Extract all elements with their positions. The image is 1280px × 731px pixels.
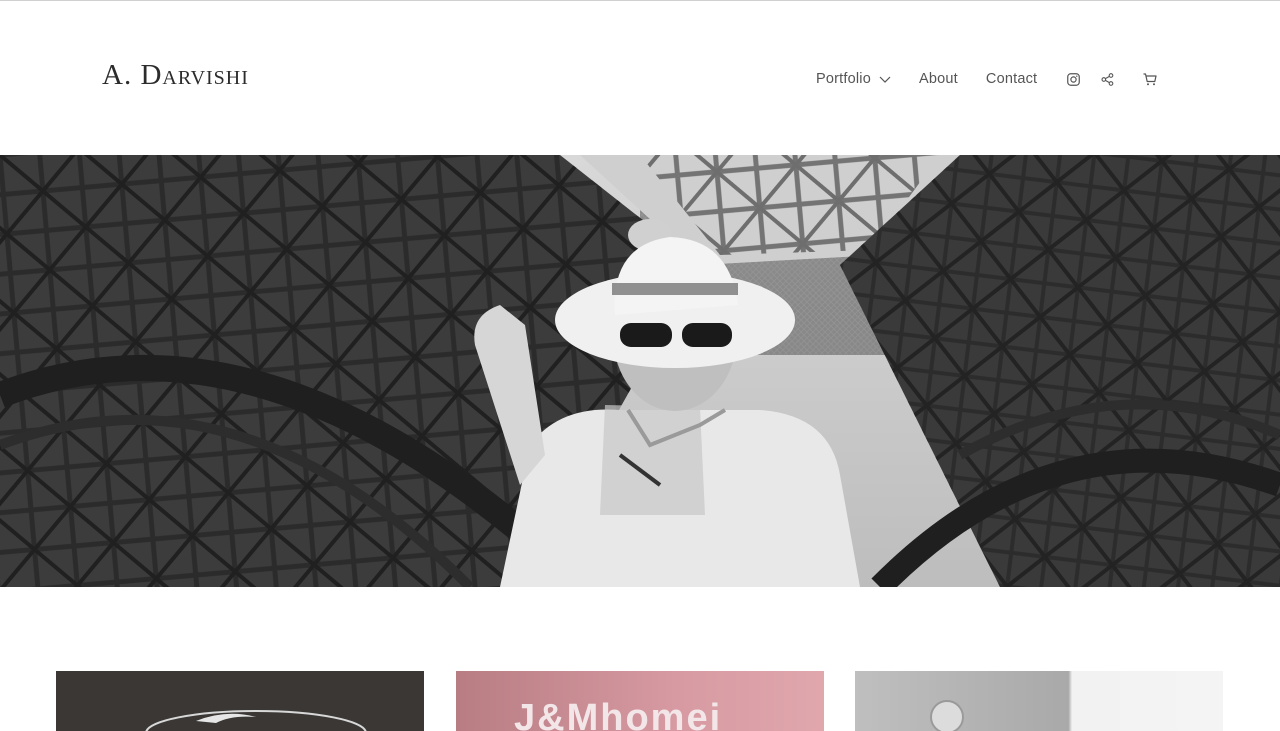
nav-portfolio[interactable]: Portfolio bbox=[816, 71, 891, 87]
cart-icon[interactable] bbox=[1142, 71, 1158, 87]
social-links bbox=[1065, 71, 1115, 87]
chevron-down-icon bbox=[879, 76, 891, 83]
instagram-icon[interactable] bbox=[1065, 71, 1081, 87]
site-logo[interactable]: A. Darvishi bbox=[102, 59, 249, 92]
project-grid: J&Mhomei bbox=[56, 671, 1224, 731]
hero-photo bbox=[0, 155, 1280, 587]
nav-contact[interactable]: Contact bbox=[986, 71, 1037, 87]
main-nav: Portfolio About Contact bbox=[816, 67, 1158, 91]
nav-about[interactable]: About bbox=[919, 71, 958, 87]
project-card[interactable] bbox=[855, 671, 1223, 731]
project-thumbnail bbox=[145, 710, 367, 731]
project-thumbnail-text: J&Mhomei bbox=[514, 697, 723, 731]
project-card[interactable] bbox=[56, 671, 424, 731]
project-thumbnail bbox=[930, 700, 964, 731]
site-header: A. Darvishi Portfolio About Contact bbox=[0, 1, 1280, 155]
project-card[interactable]: J&Mhomei bbox=[456, 671, 824, 731]
nav-portfolio-label: Portfolio bbox=[816, 71, 871, 87]
share-icon[interactable] bbox=[1099, 71, 1115, 87]
